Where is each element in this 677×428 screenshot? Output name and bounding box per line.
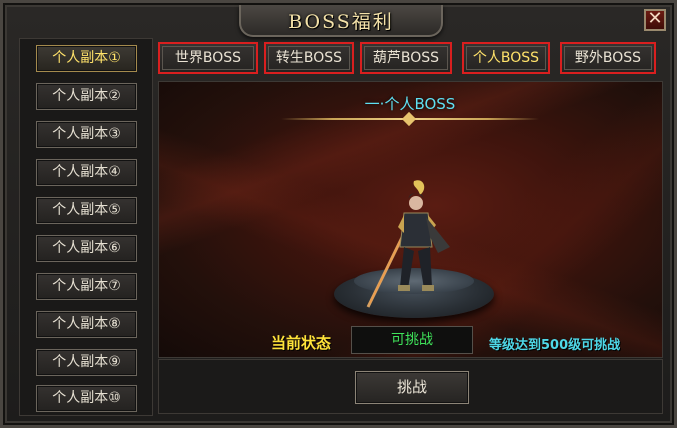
tab-personal-boss[interactable]: 个人BOSS [462,42,550,74]
boss-tabs: 世界BOSS 转生BOSS 葫芦BOSS 个人BOSS 野外BOSS [158,40,663,78]
dungeon-sidebar: 个人副本① 个人副本② 个人副本③ 个人副本④ 个人副本⑤ 个人副本⑥ 个人副本… [19,38,153,416]
sidebar-item-dungeon-8[interactable]: 个人副本⑧ [36,311,137,338]
tab-label: 转生BOSS [275,50,343,66]
tab-gourd-boss[interactable]: 葫芦BOSS [360,42,452,74]
boss-figure [366,180,450,308]
tab-label: 世界BOSS [174,50,242,66]
sidebar-item-dungeon-1[interactable]: 个人副本① [36,45,137,72]
sidebar-item-dungeon-3[interactable]: 个人副本③ [36,121,137,148]
tab-label: 葫芦BOSS [372,50,440,66]
tab-world-boss[interactable]: 世界BOSS [158,42,258,74]
boss-preview-panel: 一·个人BOSS 当前状态 可挑战 等级达到500级可挑战 [158,81,663,358]
level-requirement-text: 等级达到500级可挑战 [489,338,621,353]
close-icon: ✕ [647,8,663,29]
current-status-label: 当前状态 [271,334,332,352]
sidebar-item-dungeon-6[interactable]: 个人副本⑥ [36,235,137,262]
tab-label: 野外BOSS [574,50,642,66]
sidebar-item-dungeon-10[interactable]: 个人副本⑩ [36,385,137,412]
sidebar-item-dungeon-2[interactable]: 个人副本② [36,83,137,110]
tab-field-boss[interactable]: 野外BOSS [560,42,656,74]
window-title: BOSS福利 [288,10,394,33]
title-plaque: BOSS福利 [239,5,443,37]
challenge-button[interactable]: 挑战 [355,371,469,404]
current-status-value: 可挑战 [351,326,473,354]
close-button[interactable]: ✕ [644,9,666,31]
sidebar-item-dungeon-7[interactable]: 个人副本⑦ [36,273,137,300]
action-bar: 挑战 [158,359,663,414]
sidebar-item-dungeon-4[interactable]: 个人副本④ [36,159,137,186]
sidebar-item-dungeon-9[interactable]: 个人副本⑨ [36,349,137,376]
sidebar-item-dungeon-5[interactable]: 个人副本⑤ [36,197,137,224]
tab-rebirth-boss[interactable]: 转生BOSS [264,42,354,74]
boss-welfare-window: BOSS福利 ✕ 个人副本① 个人副本② 个人副本③ 个人副本④ 个人副本⑤ 个… [0,0,677,428]
tab-label: 个人BOSS [472,50,540,66]
